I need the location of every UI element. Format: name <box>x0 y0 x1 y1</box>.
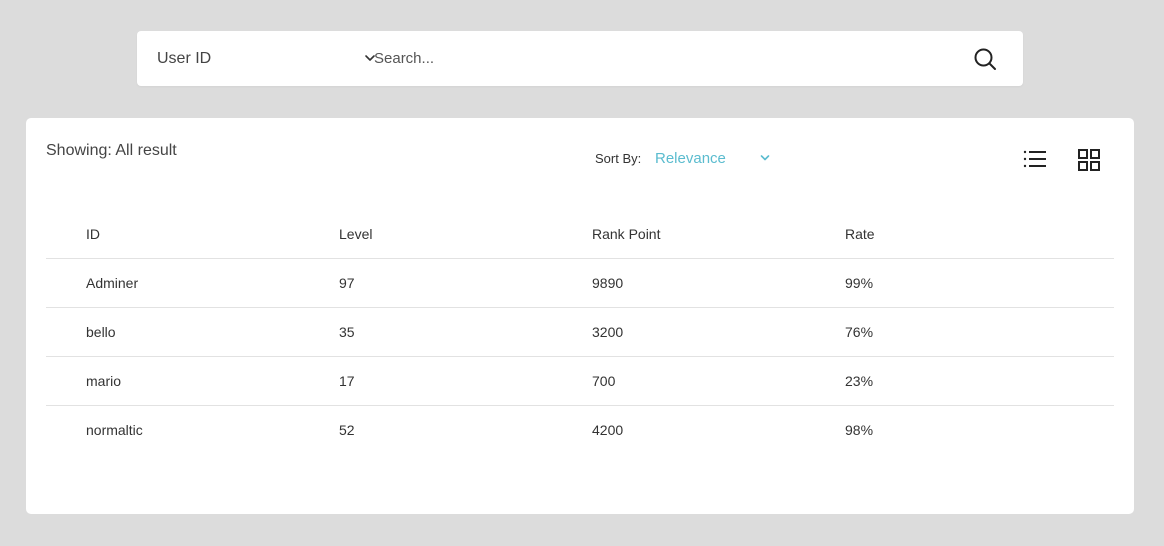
cell-rank-point: 4200 <box>592 422 624 438</box>
chevron-down-icon <box>760 155 770 161</box>
cell-id: normaltic <box>86 422 143 438</box>
results-panel: Showing: All result Sort By: Relevance I… <box>26 118 1134 514</box>
column-header-rank-point[interactable]: Rank Point <box>592 210 660 258</box>
cell-id: Adminer <box>86 275 139 291</box>
cell-id: mario <box>86 373 122 389</box>
showing-label: Showing: All result <box>46 142 177 159</box>
cell-level: 52 <box>339 422 355 438</box>
cell-level: 35 <box>339 324 355 340</box>
cell-rate: 76% <box>845 324 874 340</box>
column-header-rate[interactable]: Rate <box>845 210 875 258</box>
table-header-row: ID Level Rank Point Rate <box>46 210 1114 259</box>
cell-rank-point: 700 <box>592 373 616 389</box>
column-header-level[interactable]: Level <box>339 210 372 258</box>
search-field-select[interactable]: User ID <box>157 31 375 86</box>
cell-rate: 98% <box>845 422 874 438</box>
sort-by-value: Relevance <box>655 150 726 167</box>
cell-rate: 99% <box>845 275 874 291</box>
search-input[interactable] <box>374 43 934 73</box>
table-row[interactable]: Adminer 97 9890 99% <box>46 259 1114 308</box>
search-icon[interactable] <box>973 47 997 71</box>
column-header-id[interactable]: ID <box>86 210 100 258</box>
grid-view-icon[interactable] <box>1078 149 1100 171</box>
results-table: ID Level Rank Point Rate Adminer 97 9890… <box>46 210 1114 454</box>
cell-id: bello <box>86 324 116 340</box>
list-view-icon[interactable] <box>1023 149 1047 169</box>
table-row[interactable]: normaltic 52 4200 98% <box>46 406 1114 454</box>
search-bar: User ID <box>137 31 1023 86</box>
table-row[interactable]: mario 17 700 23% <box>46 357 1114 406</box>
cell-level: 97 <box>339 275 355 291</box>
cell-rank-point: 3200 <box>592 324 624 340</box>
cell-rate: 23% <box>845 373 874 389</box>
cell-level: 17 <box>339 373 355 389</box>
sort-by-label: Sort By: <box>595 151 642 166</box>
table-row[interactable]: bello 35 3200 76% <box>46 308 1114 357</box>
cell-rank-point: 9890 <box>592 275 624 291</box>
search-field-select-value: User ID <box>157 49 212 67</box>
sort-by-select[interactable]: Relevance <box>655 150 775 170</box>
